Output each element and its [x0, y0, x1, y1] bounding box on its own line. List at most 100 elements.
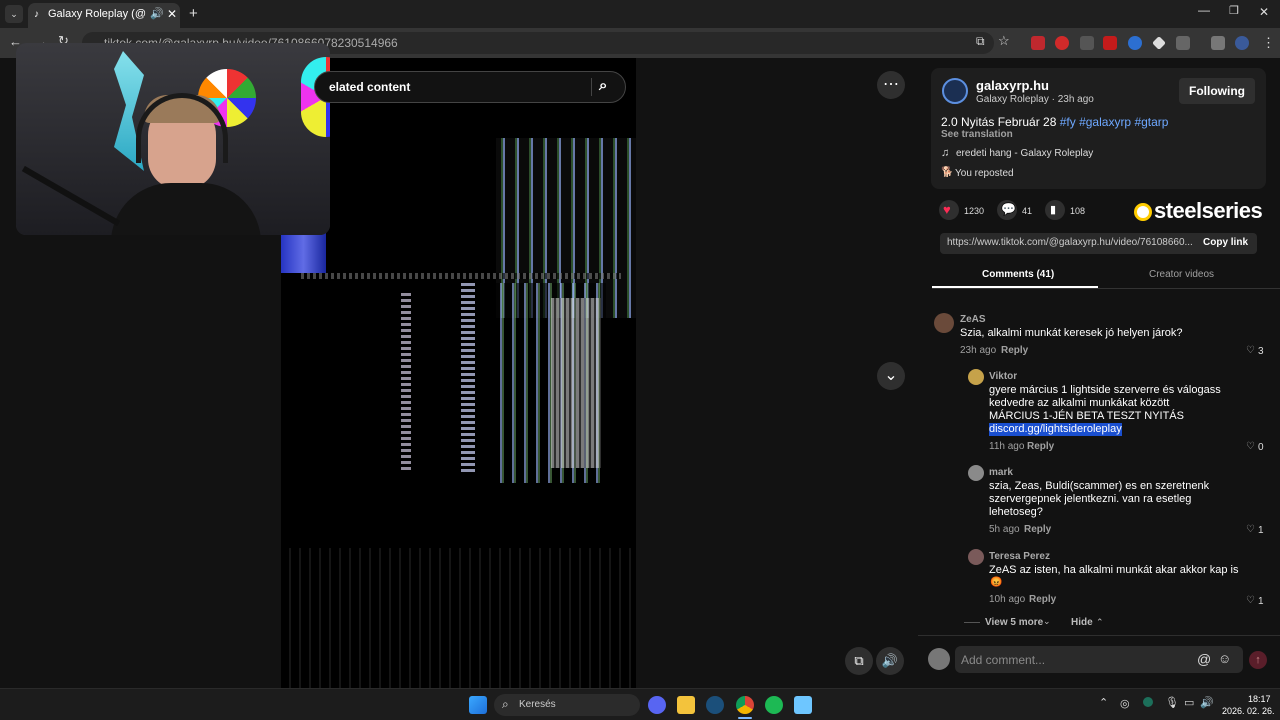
maximize-icon[interactable]: ❐: [1229, 4, 1239, 17]
audio-icon[interactable]: 🔊: [150, 7, 164, 20]
comment-time: 10h ago: [989, 594, 1026, 605]
post-info-card: galaxyrp.hu Galaxy Roleplay · 23h ago Fo…: [931, 68, 1266, 189]
emoji-picker-icon[interactable]: ☺: [1218, 651, 1231, 666]
tab-comments[interactable]: Comments (41): [982, 269, 1054, 280]
bookmark-count: 108: [1070, 206, 1086, 216]
sound-link[interactable]: eredeti hang - Galaxy Roleplay: [956, 148, 1093, 159]
comment-time: 5h ago: [989, 524, 1020, 535]
reading-list-icon[interactable]: [1211, 36, 1225, 50]
bookmark-star-icon[interactable]: ☆: [998, 33, 1010, 49]
tab-divider: [932, 288, 1280, 289]
search-bar[interactable]: elated content ⌕: [314, 71, 626, 103]
comment-author[interactable]: ZeAS: [960, 314, 986, 325]
user-avatar[interactable]: [928, 648, 950, 670]
volume-button[interactable]: 🔊: [876, 647, 904, 675]
extensions-puzzle-icon[interactable]: [1176, 36, 1190, 50]
profile-icon[interactable]: [1235, 36, 1249, 50]
video-glitch: [401, 293, 411, 473]
avatar[interactable]: [968, 369, 984, 385]
close-window-icon[interactable]: ✕: [1259, 5, 1269, 19]
speaker-icon[interactable]: 🔊: [1200, 696, 1214, 709]
chrome-icon[interactable]: [736, 696, 754, 714]
caption-hashtags[interactable]: #fy #galaxyrp #gtarp: [1060, 115, 1169, 129]
video-glitch: [281, 233, 326, 273]
comment-input[interactable]: Add comment... @ ☺: [955, 646, 1243, 673]
minimize-icon[interactable]: —: [1198, 3, 1210, 17]
microphone-icon[interactable]: 🎙: [1165, 696, 1179, 709]
comment-heart-icon[interactable]: ♡: [1246, 595, 1255, 606]
avatar[interactable]: [934, 313, 954, 333]
steam-icon[interactable]: [706, 696, 724, 714]
extension-icon[interactable]: [1103, 36, 1117, 50]
taskbar-search[interactable]: ⌕ Keresés: [494, 694, 640, 716]
more-options-button[interactable]: ⋯: [877, 71, 905, 99]
notepad-icon[interactable]: [794, 696, 812, 714]
video-glitch: [461, 283, 475, 473]
following-button[interactable]: Following: [1179, 78, 1255, 104]
network-icon[interactable]: ▭: [1184, 696, 1194, 709]
comment-text-line: szervergepnek jelentkezni. van ra esetle…: [989, 493, 1192, 505]
comment-text-line: MÁRCIUS 1-JÉN BETA TESZT NYITÁS: [989, 410, 1184, 422]
new-tab-icon[interactable]: +: [189, 5, 198, 22]
tab-galaxy-roleplay[interactable]: ♪ Galaxy Roleplay (@galaxyrp 🔊 ✕: [28, 3, 180, 28]
tiktok-icon: ♪: [34, 9, 39, 20]
creator-subline: Galaxy Roleplay · 23h ago: [976, 94, 1094, 105]
search-divider: [591, 78, 592, 96]
comment-bubble-icon: 💬: [1001, 202, 1016, 216]
install-icon[interactable]: ⧉: [976, 34, 985, 49]
hide-button[interactable]: Hide: [1071, 617, 1093, 628]
steelseries-watermark: steelseries: [1154, 198, 1263, 223]
comment-text-line: lehetoseg?: [989, 506, 1043, 518]
comment-heart-icon[interactable]: ♡: [1246, 441, 1255, 452]
comment-heart-icon[interactable]: ♡: [1246, 345, 1255, 356]
creator-avatar[interactable]: [942, 78, 968, 104]
comment-author[interactable]: Viktor: [989, 371, 1017, 382]
post-comment-button[interactable]: ↑: [1249, 651, 1267, 669]
menu-icon[interactable]: ⋮: [1262, 35, 1275, 51]
webcam-overlay: [16, 43, 330, 235]
file-explorer-icon[interactable]: [677, 696, 695, 714]
clock-date[interactable]: 2026. 02. 26.: [1222, 706, 1275, 716]
clock-time[interactable]: 18:17: [1248, 694, 1271, 704]
view-more-button[interactable]: View 5 more: [985, 617, 1043, 628]
comment-text-line: szia, Zeas, Buldi(scammer) es en szeretn…: [989, 480, 1210, 492]
video-player[interactable]: [281, 58, 636, 688]
tray-app-icon[interactable]: ◎: [1120, 697, 1130, 710]
reply-button[interactable]: Reply: [1029, 594, 1056, 605]
tab-creator-videos[interactable]: Creator videos: [1149, 269, 1214, 280]
extension-icon[interactable]: [1128, 36, 1142, 50]
search-text: elated content: [329, 80, 411, 94]
creator-username[interactable]: galaxyrp.hu: [976, 78, 1049, 93]
reposted-text: You reposted: [955, 168, 1014, 179]
discord-icon[interactable]: [648, 696, 666, 714]
comment-author[interactable]: Teresa Perez: [989, 551, 1050, 562]
tray-chevron-icon[interactable]: ⌃: [1099, 696, 1108, 709]
mention-icon[interactable]: @: [1197, 651, 1211, 667]
comment-author[interactable]: mark: [989, 467, 1013, 478]
reply-button[interactable]: Reply: [1001, 345, 1028, 356]
next-video-button[interactable]: ⌄: [877, 362, 905, 390]
close-tab-icon[interactable]: ✕: [167, 7, 177, 21]
comment-heart-icon[interactable]: ♡: [1246, 524, 1255, 535]
windows-start-icon[interactable]: [469, 696, 487, 714]
avatar[interactable]: [968, 465, 984, 481]
search-icon[interactable]: ⌕: [599, 77, 607, 94]
chevron-up-icon: ⌃: [1096, 617, 1104, 627]
share-url-box[interactable]: https://www.tiktok.com/@galaxyrp.hu/vide…: [940, 233, 1257, 254]
spotify-icon[interactable]: [765, 696, 783, 714]
extension-icon[interactable]: [1080, 36, 1094, 50]
copy-link-button[interactable]: Copy link: [1203, 237, 1248, 248]
extension-icon[interactable]: [1055, 36, 1069, 50]
comment-selected-link[interactable]: discord.gg/lightsideroleplay: [989, 423, 1122, 436]
bookmark-icon: ▮: [1050, 204, 1057, 216]
see-translation-link[interactable]: See translation: [941, 129, 1013, 140]
reply-button[interactable]: Reply: [1027, 441, 1054, 452]
following-label: Following: [1189, 84, 1245, 98]
comment-time: 23h ago: [960, 345, 997, 356]
tray-app-icon[interactable]: [1143, 697, 1153, 707]
extension-icon[interactable]: [1031, 36, 1045, 50]
pip-button[interactable]: ⧉: [845, 647, 873, 675]
avatar[interactable]: [968, 549, 984, 565]
reply-button[interactable]: Reply: [1024, 524, 1051, 535]
tab-search-button[interactable]: ⌄: [5, 5, 23, 23]
